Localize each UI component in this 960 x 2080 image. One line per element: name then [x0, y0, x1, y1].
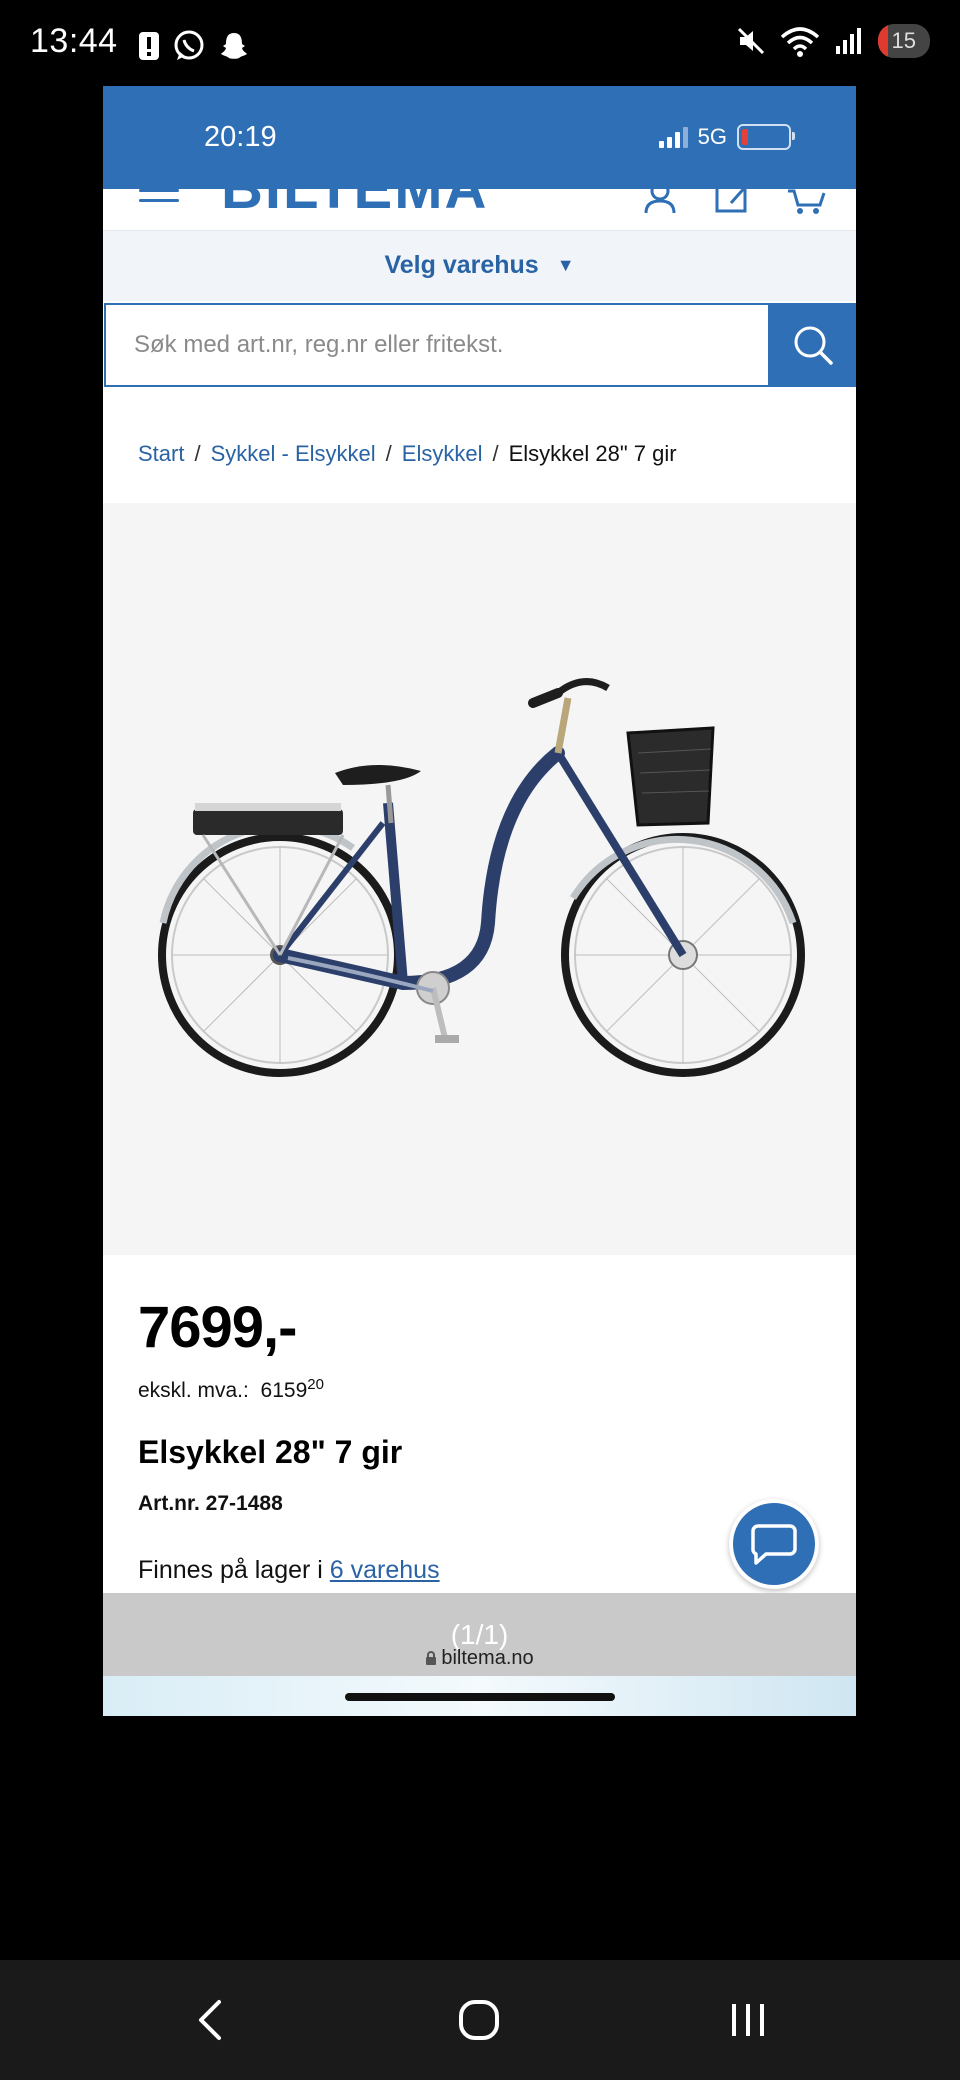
alert-icon [139, 32, 159, 60]
system-icons: 15 [736, 24, 930, 58]
breadcrumb-link-category[interactable]: Sykkel - Elsykkel [211, 441, 376, 467]
vat-cents: 20 [307, 1376, 324, 1393]
home-button[interactable] [449, 1990, 509, 2050]
store-selector-label: Velg varehus [384, 251, 539, 279]
store-selector[interactable]: Velg varehus ▼ [103, 230, 856, 301]
breadcrumb-link-start[interactable]: Start [138, 441, 184, 467]
ios-status-bar: 20:19 5G [103, 86, 856, 189]
breadcrumb-link-subcategory[interactable]: Elsykkel [402, 441, 483, 467]
search-button[interactable] [770, 303, 856, 387]
chat-bubble-icon [751, 1524, 797, 1565]
user-icon[interactable] [640, 189, 680, 215]
cart-icon[interactable] [788, 189, 828, 215]
home-indicator[interactable] [345, 1693, 615, 1701]
signal-bars-icon [658, 126, 688, 148]
article-number: Art.nr. 27-1488 [138, 1492, 283, 1515]
url-display[interactable]: biltema.no [103, 1647, 856, 1670]
breadcrumb: Start / Sykkel - Elsykkel / Elsykkel / E… [138, 441, 677, 467]
stock-text: Finnes på lager i [138, 1556, 323, 1584]
menu-icon[interactable] [139, 189, 179, 209]
cell-signal-icon [835, 28, 861, 54]
search-field[interactable] [104, 303, 770, 387]
breadcrumb-separator: / [385, 441, 392, 466]
biltema-logo[interactable]: BILTEMA [221, 189, 488, 222]
back-button[interactable] [180, 1990, 240, 2050]
vat-label: ekskl. mva.: [138, 1379, 249, 1402]
url-text: biltema.no [441, 1647, 534, 1669]
product-title: Elsykkel 28" 7 gir [138, 1434, 403, 1470]
recent-apps-button[interactable] [718, 1990, 778, 2050]
mute-icon [737, 27, 764, 55]
product-image[interactable] [103, 503, 856, 1255]
stock-status: Finnes på lager i 6 varehus [138, 1556, 440, 1585]
product-price: 7699,- [138, 1295, 297, 1360]
snapchat-icon [221, 33, 247, 59]
stock-stores-link[interactable]: 6 varehus [330, 1556, 440, 1584]
chat-button[interactable] [729, 1499, 819, 1589]
network-type: 5G [697, 124, 727, 149]
android-clock: 13:44 [30, 22, 118, 60]
browser-screenshot: 20:19 5G BILTEMA Velg varehus ▼ Start / S… [103, 86, 856, 1716]
android-status-bar: 13:44 15 [0, 0, 960, 86]
battery-low-fill [877, 24, 888, 58]
search-input[interactable] [106, 305, 768, 385]
battery-indicator: 15 [877, 24, 930, 58]
ios-clock: 20:19 [204, 121, 277, 153]
store-selector-button[interactable]: Velg varehus ▼ [103, 251, 856, 280]
back-icon [199, 2000, 221, 2040]
ios-battery-icon [737, 124, 795, 150]
whatsapp-icon [174, 30, 204, 60]
android-nav-bar [0, 1960, 960, 2080]
edit-list-icon[interactable] [713, 189, 753, 215]
recent-apps-icon [732, 2004, 764, 2036]
wifi-icon [780, 27, 819, 57]
browser-address-bar[interactable]: (1/1) biltema.no [103, 1593, 856, 1676]
home-icon [459, 2000, 499, 2040]
electric-bicycle-image [158, 678, 805, 1077]
search-icon [794, 326, 833, 365]
lock-icon [426, 1651, 437, 1665]
price-excl-vat: ekskl. mva.: 615920 [138, 1376, 324, 1403]
notification-icons [138, 26, 250, 66]
caret-down-icon: ▼ [556, 255, 575, 275]
site-header: BILTEMA [103, 189, 856, 229]
ios-status-icons: 5G [658, 124, 795, 150]
breadcrumb-separator: / [492, 441, 499, 466]
vat-value: 6159 [260, 1379, 308, 1402]
battery-level: 15 [891, 28, 916, 53]
breadcrumb-current: Elsykkel 28" 7 gir [508, 441, 677, 466]
breadcrumb-separator: / [194, 441, 201, 466]
